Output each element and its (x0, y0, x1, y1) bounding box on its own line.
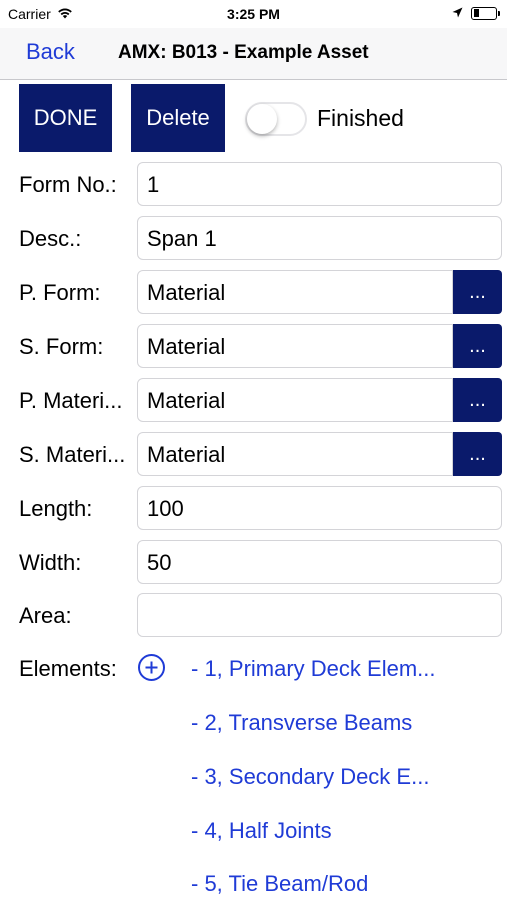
p-form-row: P. Form: Material ... (0, 270, 507, 316)
finished-label: Finished (317, 105, 404, 131)
p-material-field[interactable]: Material (137, 378, 453, 422)
toggle-knob (247, 104, 277, 134)
done-button[interactable]: DONE (19, 84, 112, 152)
battery-fill (473, 9, 479, 17)
action-toolbar: DONE Delete Finished (19, 84, 489, 152)
element-link-3[interactable]: - 3, Secondary Deck E... (191, 764, 429, 790)
p-form-field[interactable]: Material (137, 270, 453, 314)
length-row: Length: 100 (0, 486, 507, 532)
battery-icon (471, 6, 500, 20)
status-right (452, 5, 500, 21)
width-label: Width: (19, 550, 82, 575)
s-material-label: S. Materi... (19, 442, 126, 467)
area-label: Area: (19, 603, 72, 628)
add-element-button[interactable] (138, 654, 165, 681)
element-link-4[interactable]: - 4, Half Joints (191, 818, 332, 844)
width-row: Width: 50 (0, 540, 507, 586)
s-form-row: S. Form: Material ... (0, 324, 507, 370)
length-field[interactable]: 100 (137, 486, 502, 530)
p-form-picker-button[interactable]: ... (453, 270, 502, 314)
length-label: Length: (19, 496, 93, 521)
element-link-1[interactable]: - 1, Primary Deck Elem... (191, 656, 435, 682)
element-link-5[interactable]: - 5, Tie Beam/Rod (191, 871, 368, 897)
area-field[interactable] (137, 593, 502, 637)
add-circle-icon (145, 661, 158, 674)
back-button[interactable]: Back (26, 39, 75, 65)
desc-field[interactable]: Span 1 (137, 216, 502, 260)
desc-row: Desc.: Span 1 (0, 216, 507, 262)
status-bar: Carrier 3:25 PM (0, 0, 507, 28)
s-material-field[interactable]: Material (137, 432, 453, 476)
navigation-bar: Back AMX: B013 - Example Asset (0, 28, 507, 80)
form-no-label: Form No.: (19, 172, 117, 197)
page-title: AMX: B013 - Example Asset (118, 42, 369, 63)
s-form-label: S. Form: (19, 334, 104, 359)
status-time: 3:25 PM (227, 6, 280, 22)
desc-label: Desc.: (19, 226, 82, 251)
form-no-field[interactable]: 1 (137, 162, 502, 206)
finished-toggle[interactable] (245, 102, 307, 136)
s-form-picker-button[interactable]: ... (453, 324, 502, 368)
p-material-row: P. Materi... Material ... (0, 378, 507, 424)
p-material-picker-button[interactable]: ... (453, 378, 502, 422)
width-field[interactable]: 50 (137, 540, 502, 584)
s-form-field[interactable]: Material (137, 324, 453, 368)
p-material-label: P. Materi... (19, 388, 123, 413)
p-form-label: P. Form: (19, 280, 101, 305)
area-row: Area: (0, 593, 507, 639)
location-arrow-icon (452, 5, 463, 21)
elements-label: Elements: (19, 656, 117, 681)
s-material-picker-button[interactable]: ... (453, 432, 502, 476)
element-link-2[interactable]: - 2, Transverse Beams (191, 710, 412, 736)
s-material-row: S. Materi... Material ... (0, 432, 507, 478)
form-no-row: Form No.: 1 (0, 162, 507, 208)
delete-button[interactable]: Delete (131, 84, 225, 152)
